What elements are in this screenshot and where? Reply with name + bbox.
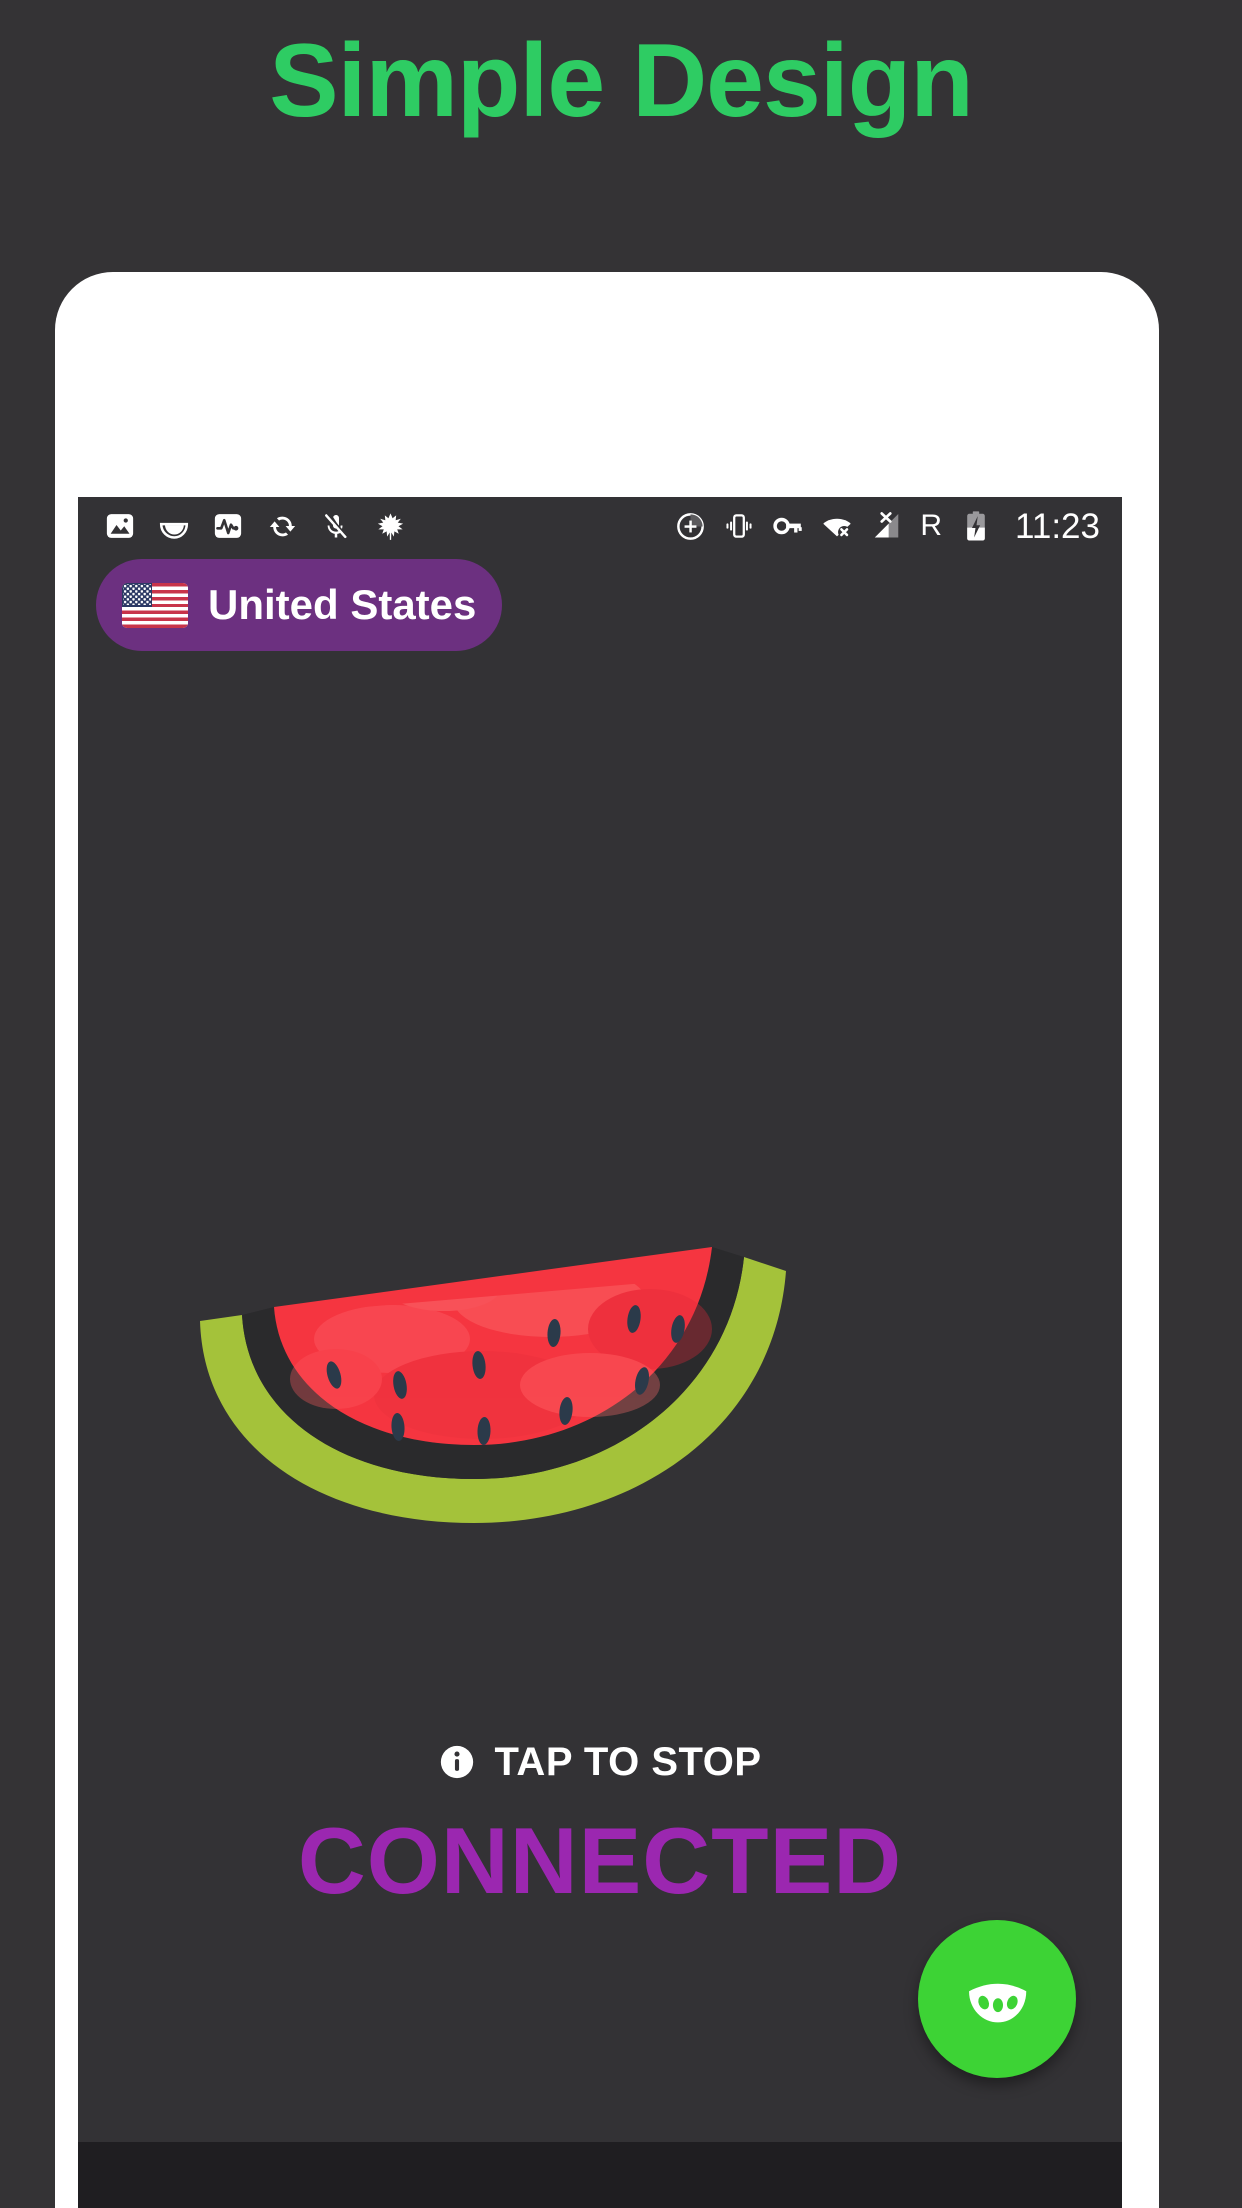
phone-screen: R 11:23 United States TAP TO STOP CONNEC… [78,497,1122,2208]
watermelon-slice-icon [958,1960,1036,2038]
connection-state-label: CONNECTED [297,1808,903,1913]
promo-headline: Simple Design [269,23,974,139]
country-selector-button[interactable]: United States [96,559,503,651]
battery-charging-icon [960,510,992,542]
watermelon-slice-icon [158,510,190,542]
status-bar-right-icons: R 11:23 [674,509,1100,544]
info-circle-icon[interactable] [438,1743,476,1781]
signal-no-service-icon [870,510,902,542]
country-name-label: United States [208,581,477,628]
microphone-muted-icon [320,510,352,542]
promo-screenshot: Simple Design R 11:23 United States TAP … [0,0,1242,2208]
vpn-key-icon [772,510,804,542]
system-navigation-bar [78,2142,1122,2208]
tap-to-stop-label: TAP TO STOP [494,1740,762,1784]
status-bar-left-icons [104,510,406,542]
us-flag-icon [122,582,188,628]
watermelon-fab-button[interactable] [918,1920,1076,2078]
vibrate-icon [723,510,755,542]
activity-pulse-icon [212,510,244,542]
roaming-indicator: R [920,509,942,542]
wifi-off-icon [821,510,853,542]
status-bar: R 11:23 [78,497,1122,555]
do-not-disturb-icon [674,510,706,542]
watermelon-slice-illustration[interactable] [182,1179,802,1529]
leaf-icon [374,510,406,542]
photo-icon [104,510,136,542]
tap-to-stop-row[interactable]: TAP TO STOP [78,1742,1122,1782]
status-bar-clock: 11:23 [1015,506,1100,546]
sync-icon [266,510,298,542]
